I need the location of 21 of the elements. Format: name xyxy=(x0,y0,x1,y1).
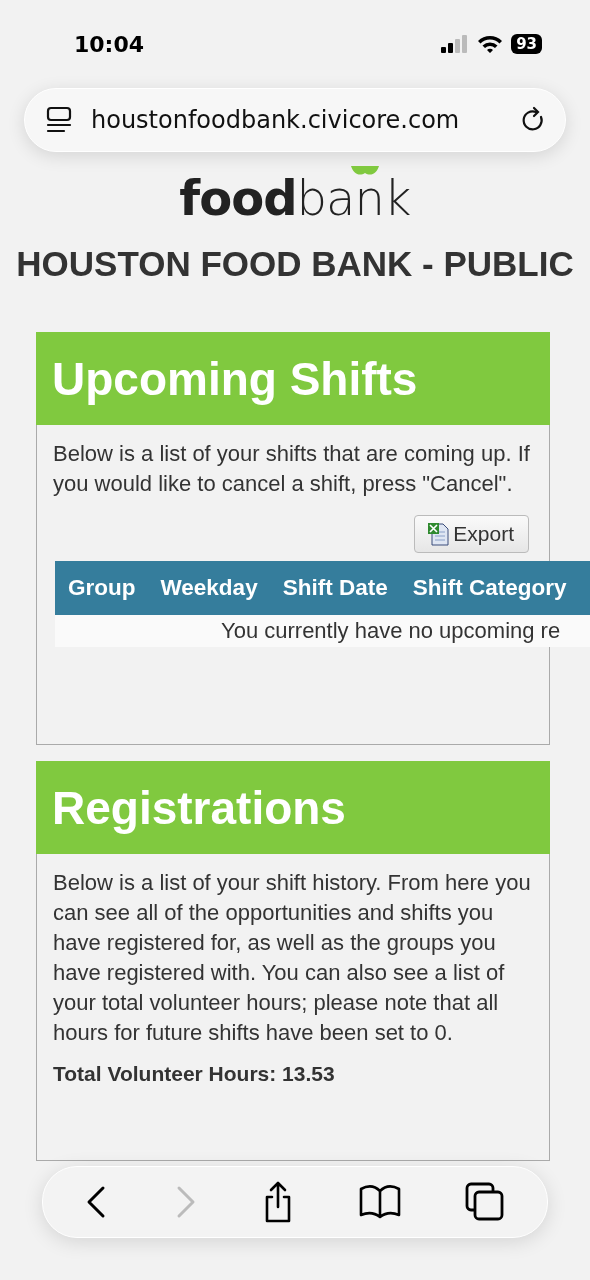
wifi-icon xyxy=(477,34,504,54)
column-header[interactable]: Shift Category xyxy=(412,575,567,601)
signal-icon xyxy=(441,35,470,53)
export-button[interactable]: Export xyxy=(414,515,529,553)
column-header[interactable]: Shift Date xyxy=(282,575,388,601)
column-header[interactable]: Group xyxy=(68,575,136,601)
logo: foodbank xyxy=(179,172,411,224)
battery-level: 93 xyxy=(511,34,542,54)
leaf-icon xyxy=(351,166,380,177)
column-header[interactable]: Weekday xyxy=(160,575,258,601)
clock-time: 10:04 xyxy=(74,31,145,57)
total-hours: Total Volunteer Hours: 13.53 xyxy=(52,1061,336,1086)
address-bar[interactable]: houstonfoodbank.civicore.com xyxy=(24,88,566,152)
page-menu-icon[interactable] xyxy=(45,106,73,134)
panel-heading: Registrations xyxy=(36,761,550,854)
site-title: HOUSTON FOOD BANK - PUBLIC xyxy=(15,244,575,284)
description: Below is a list of your shift history. From here you can see all of the opportunities and shifts you have registered for, as well as the groups you have registered with. You can also see a list of your total volunteer hours; please note that all hours for future shifts have been set to 0. xyxy=(52,869,532,1047)
spreadsheet-icon xyxy=(427,522,450,546)
description: Below is a list of your shifts that are coming up. If you would like to cancel a shift, press "Cancel". xyxy=(52,440,531,498)
panel-heading: Upcoming Shifts xyxy=(36,332,550,425)
empty-table-message: You currently have no upcoming re xyxy=(55,615,590,647)
